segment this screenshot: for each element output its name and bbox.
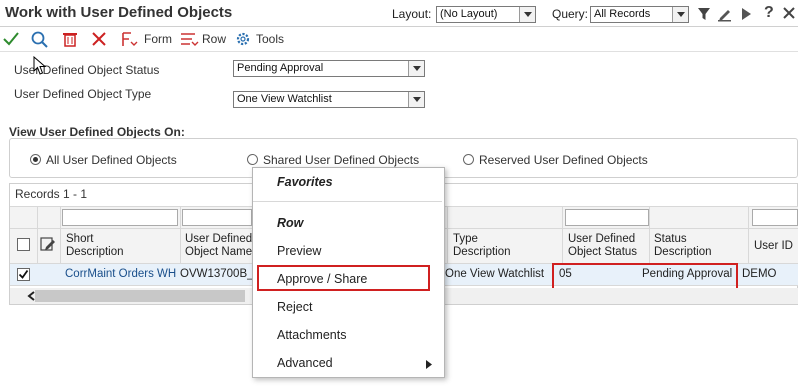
radio-shared-label[interactable]: Shared User Defined Objects [263,153,419,167]
row-menu-icon[interactable] [180,31,200,48]
type-select-value: One View Watchlist [237,93,332,105]
layout-select-value: (No Layout) [440,8,498,20]
chevron-down-icon [672,7,688,22]
filter-icon[interactable] [697,7,711,21]
qbe-object-name[interactable] [182,209,252,226]
cell-object-name: OVW13700B_2 [180,268,260,280]
col-short-description[interactable]: Short Description [66,233,124,259]
menu-item-attachments[interactable]: Attachments [277,328,346,342]
status-highlight-box [552,263,738,290]
col-header-line: User Defined [568,233,636,245]
col-header-line: Description [654,246,712,258]
col-type-description[interactable]: Type Description [453,233,511,259]
radio-all-objects[interactable] [30,154,41,165]
row-select-checkbox[interactable] [17,268,30,281]
col-user-id[interactable]: User ID [754,240,793,253]
col-header-line: User ID [754,240,793,252]
records-count: Records 1 - 1 [15,187,88,201]
row-menu-button[interactable]: Row [202,32,226,46]
cell-type-description: One View Watchlist [445,268,545,280]
layout-select[interactable]: (No Layout) [436,6,536,23]
menu-item-preview[interactable]: Preview [277,244,321,258]
col-header-line: Type [453,233,478,245]
menu-row-heading: Row [277,216,304,230]
select-all-checkbox[interactable] [17,238,30,251]
status-select[interactable]: Pending Approval [233,60,425,77]
cancel-x-icon[interactable] [92,32,106,46]
play-icon[interactable] [740,7,752,21]
col-object-name[interactable]: User Defined Object Name [185,233,252,259]
cell-user-id: DEMO [742,268,777,280]
menu-divider [253,201,442,202]
ok-check-icon[interactable] [3,32,19,46]
column-divider [562,206,563,264]
chevron-down-icon [519,7,535,22]
radio-shared-objects[interactable] [247,154,258,165]
column-divider [447,206,448,264]
layout-label: Layout: [392,7,432,21]
form-menu-button[interactable]: Form [144,32,172,46]
type-field-label: User Defined Object Type [14,87,152,101]
col-header-line: Object Status [568,246,638,258]
col-header-line: Short [66,233,94,245]
col-object-status[interactable]: User Defined Object Status [568,233,637,259]
query-select[interactable]: All Records [590,6,689,23]
qbe-short-description[interactable] [62,209,178,226]
col-header-line: Description [66,246,124,258]
help-icon[interactable]: ? [764,4,774,22]
col-status-description[interactable]: Status Description [654,233,712,259]
col-header-line: Object Name [185,246,253,258]
menu-favorites-heading[interactable]: Favorites [277,175,333,189]
radio-all-label[interactable]: All User Defined Objects [46,153,177,167]
column-divider [37,206,38,264]
checkmark-icon [18,269,29,279]
page-title: Work with User Defined Objects [5,4,233,21]
tools-menu-button[interactable]: Tools [256,32,284,46]
form-menu-icon[interactable] [121,31,141,48]
menu-item-reject[interactable]: Reject [277,300,312,314]
gear-icon[interactable] [235,31,251,47]
view-on-heading: View User Defined Objects On: [9,125,185,139]
menu-item-advanced[interactable]: Advanced [277,356,333,370]
edit-row-icon[interactable] [40,236,56,252]
column-divider [748,206,749,264]
column-divider [60,206,61,264]
col-header-line: Description [453,246,511,258]
close-icon[interactable] [783,7,795,19]
qbe-user-id[interactable] [752,209,798,226]
radio-reserved-label[interactable]: Reserved User Defined Objects [479,153,648,167]
column-divider [180,206,181,264]
type-select[interactable]: One View Watchlist [233,91,425,108]
toolbar [0,28,798,52]
chevron-down-icon [408,61,424,76]
query-select-value: All Records [594,8,651,20]
scrollbar-thumb[interactable] [35,290,245,302]
chevron-down-icon [408,92,424,107]
edit-pencil-icon[interactable] [717,6,733,22]
delete-trash-icon[interactable] [63,31,77,47]
submenu-arrow-icon [426,360,432,369]
search-icon[interactable] [31,31,48,48]
status-select-value: Pending Approval [237,62,324,74]
col-header-line: Status [654,233,687,245]
qbe-object-status[interactable] [565,209,649,226]
cell-short-description[interactable]: CorrMaint Orders WH [65,268,176,280]
mouse-cursor-icon [33,56,47,75]
col-header-line: User Defined [185,233,253,245]
approve-highlight-box [257,265,430,291]
column-divider [649,206,650,264]
query-label: Query: [552,7,589,21]
radio-reserved-objects[interactable] [463,154,474,165]
